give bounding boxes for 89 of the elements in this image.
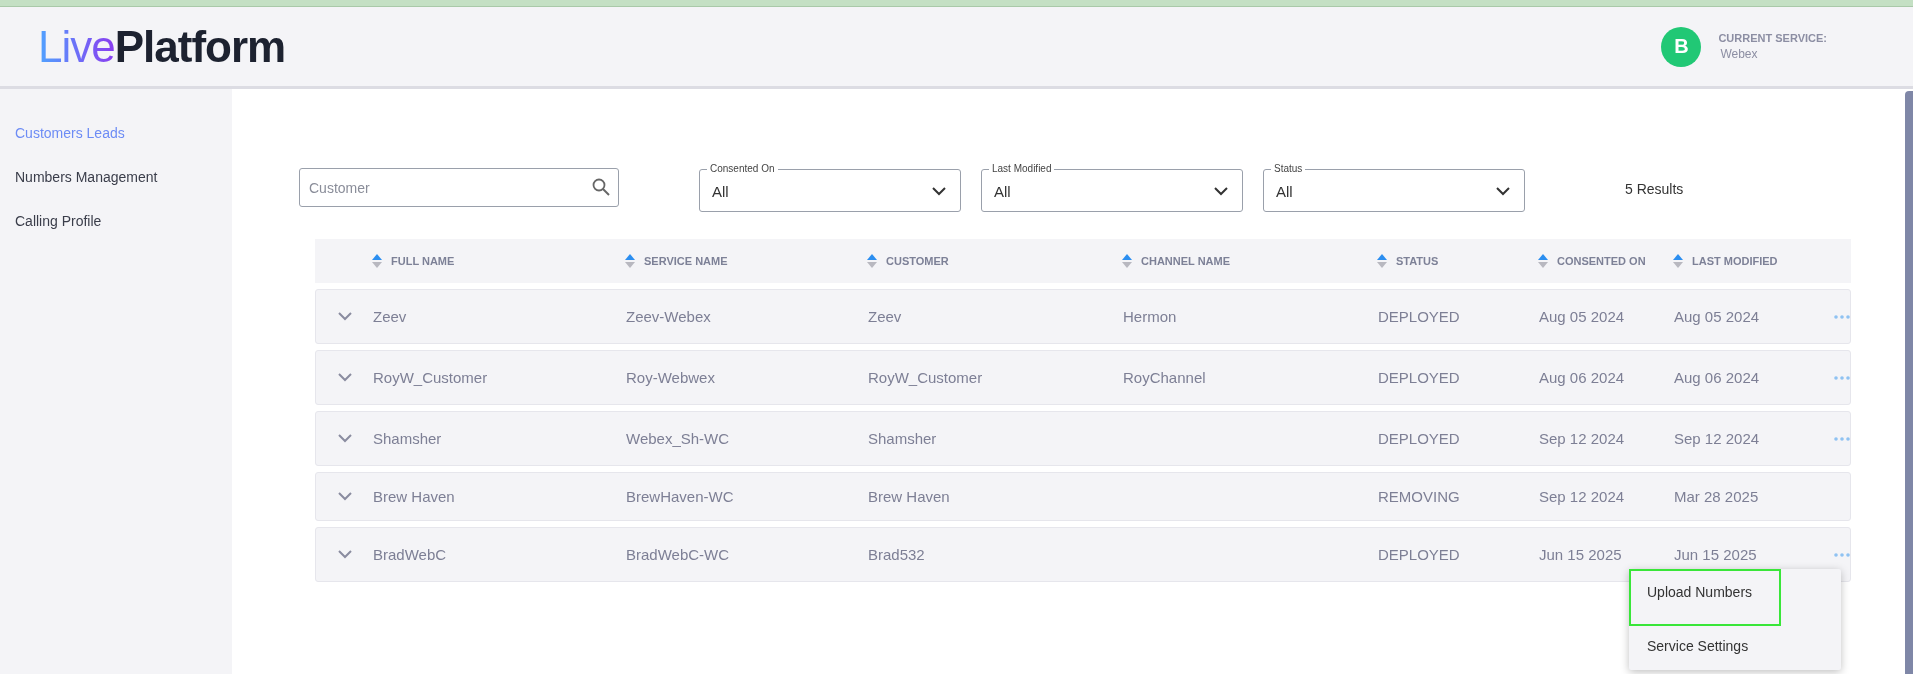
dropdown-label: Last Modified xyxy=(991,163,1053,175)
table-cell-text: RoyW_Customer xyxy=(373,369,489,386)
column-header[interactable]: STATUS xyxy=(1396,255,1439,267)
table-cell-text: Zeev-Webex xyxy=(626,308,712,325)
more-button[interactable] xyxy=(1834,314,1850,319)
table-cell-text: BradWebC xyxy=(373,546,448,563)
table-cell-text: Shamsher xyxy=(868,430,938,447)
dropdown-label: Status xyxy=(1273,163,1304,175)
dropdown-value: All xyxy=(712,182,729,200)
sort-icon[interactable] xyxy=(372,254,382,268)
table-cell-text: Webex_Sh-WC xyxy=(626,430,731,447)
table-cell-text: DEPLOYED xyxy=(1378,308,1461,325)
more-icon xyxy=(1834,436,1850,441)
sidebar-item[interactable]: Calling Profile xyxy=(0,199,232,243)
table-cell-text: Zeev xyxy=(868,308,903,325)
avatar[interactable]: B xyxy=(1661,26,1702,67)
table-cell-text: Jun 15 2025 xyxy=(1674,546,1758,563)
sidebar-item[interactable]: Customers Leads xyxy=(0,111,232,155)
table-cell-text: Sep 12 2024 xyxy=(1539,488,1626,505)
table-cell-text: Aug 06 2024 xyxy=(1539,369,1626,386)
expand-button[interactable] xyxy=(337,550,352,559)
menu-item[interactable]: Upload Numbers xyxy=(1629,569,1781,626)
chevron-down-icon xyxy=(337,492,352,501)
chevron-down-icon xyxy=(337,373,352,382)
table-cell-text: Aug 06 2024 xyxy=(1674,369,1761,386)
table-cell-text: Roy-Webwex xyxy=(626,369,716,386)
sort-icon[interactable] xyxy=(867,254,877,268)
chevron-down-icon xyxy=(337,312,352,321)
more-button[interactable] xyxy=(1834,436,1850,441)
column-header[interactable]: CHANNEL NAME xyxy=(1141,255,1231,267)
table-cell-text: Shamsher xyxy=(373,430,443,447)
sort-icon[interactable] xyxy=(1673,254,1683,268)
more-button[interactable] xyxy=(1834,375,1850,380)
more-icon xyxy=(1834,314,1850,319)
dropdown-value: All xyxy=(1276,182,1293,200)
expand-button[interactable] xyxy=(337,434,352,443)
column-header[interactable]: CUSTOMER xyxy=(886,255,949,267)
table-cell-text: Brad532 xyxy=(868,546,926,563)
more-icon xyxy=(1834,375,1850,380)
filter-dropdown[interactable]: Status All xyxy=(1263,163,1525,212)
table-cell-text: DEPLOYED xyxy=(1378,546,1461,563)
filter-dropdown[interactable]: Consented On All xyxy=(699,163,961,212)
search-icon[interactable] xyxy=(592,178,610,196)
column-header[interactable]: LAST MODIFIED xyxy=(1692,255,1778,267)
table-cell-text: DEPLOYED xyxy=(1378,369,1461,386)
table-cell-text: DEPLOYED xyxy=(1378,430,1461,447)
menu-item[interactable]: Service Settings xyxy=(1629,626,1781,670)
logo: LivePlatform xyxy=(38,21,286,72)
expand-button[interactable] xyxy=(337,312,352,321)
chevron-down-icon xyxy=(1496,186,1510,196)
table-cell-text: Sep 12 2024 xyxy=(1674,430,1761,447)
table-cell-text: Mar 28 2025 xyxy=(1674,488,1760,505)
expand-button[interactable] xyxy=(337,492,352,501)
dropdown-value: All xyxy=(994,182,1011,200)
current-service-label: CURRENT SERVICE: xyxy=(1718,32,1827,44)
chevron-down-icon xyxy=(932,186,946,196)
table-cell-text: Sep 12 2024 xyxy=(1539,430,1626,447)
table-cell-text: Hermon xyxy=(1123,308,1178,325)
sort-icon[interactable] xyxy=(1377,254,1387,268)
sort-icon[interactable] xyxy=(1122,254,1132,268)
table-cell-text: Jun 15 2025 xyxy=(1539,546,1623,563)
chevron-down-icon xyxy=(337,550,352,559)
table-cell-text: Brew Haven xyxy=(868,488,951,505)
table-cell-text: Aug 05 2024 xyxy=(1674,308,1761,325)
table-cell-text: RoyChannel xyxy=(1123,369,1207,386)
table-cell-text: RoyW_Customer xyxy=(868,369,984,386)
table-cell-text: Aug 05 2024 xyxy=(1539,308,1626,325)
sort-icon[interactable] xyxy=(1538,254,1548,268)
table-cell-text: Zeev xyxy=(373,308,408,325)
column-header[interactable]: SERVICE NAME xyxy=(644,255,728,267)
chevron-down-icon xyxy=(1214,186,1228,196)
sort-icon[interactable] xyxy=(625,254,635,268)
table-cell-text: REMOVING xyxy=(1378,488,1461,505)
filter-dropdown[interactable]: Last Modified All xyxy=(981,163,1243,212)
table-cell-text: BrewHaven-WC xyxy=(626,488,735,505)
table-cell-text: Brew Haven xyxy=(373,488,456,505)
current-service-value: Webex xyxy=(1719,47,1759,61)
sidebar-item[interactable]: Numbers Management xyxy=(0,155,232,199)
table-cell-text: BradWebC-WC xyxy=(626,546,731,563)
scrollbar[interactable] xyxy=(1905,91,1913,674)
dropdown-label: Consented On xyxy=(709,163,776,175)
results-count: 5 Results xyxy=(1625,181,1684,197)
search-field[interactable]: Customer xyxy=(299,168,619,207)
column-header[interactable]: CONSENTED ON xyxy=(1557,255,1646,267)
more-icon xyxy=(1834,552,1850,557)
expand-button[interactable] xyxy=(337,373,352,382)
more-button[interactable] xyxy=(1834,552,1850,557)
chevron-down-icon xyxy=(337,434,352,443)
column-header[interactable]: FULL NAME xyxy=(391,255,455,267)
